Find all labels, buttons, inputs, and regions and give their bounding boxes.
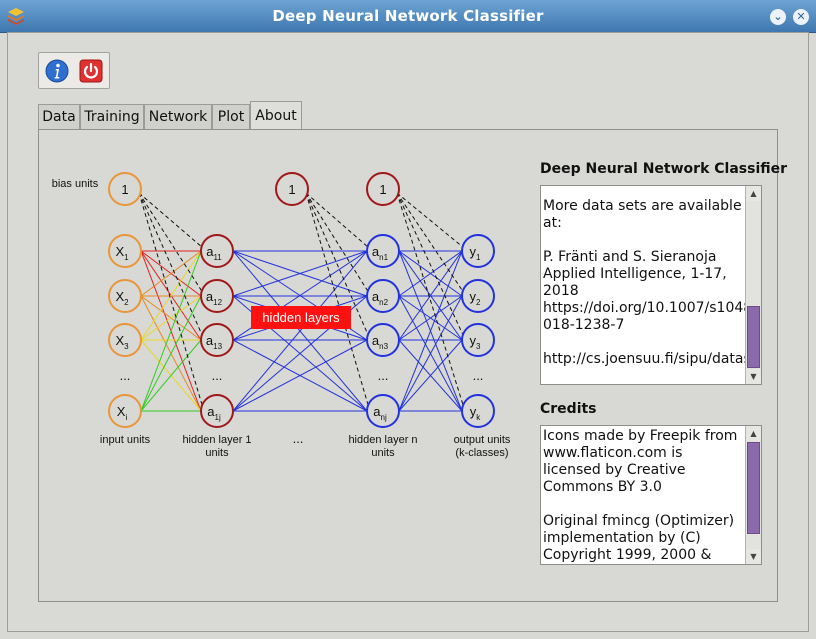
info-icon[interactable] [45,59,69,83]
scroll-up-icon[interactable]: ▲ [746,426,761,441]
layers-dots: ... [293,431,304,446]
network-diagram: 1 1 1X1X2X3Xia11a12a13a1jan1an2an3anjy1y2y… [52,172,511,459]
input-node [108,234,142,268]
edge [305,192,370,294]
about-text: More data sets are available at: P. Frän… [543,198,762,367]
edge [396,192,465,249]
edge [138,192,204,249]
output-node [461,394,495,428]
input-node [108,323,142,357]
output-node [461,234,495,268]
output-ellipsis: ... [473,368,484,383]
credits-title: Credits [540,401,597,417]
toolbar [38,52,110,89]
hiddenn-node [366,394,400,428]
output-label-line2: (k-classes) [455,447,508,459]
close-icon[interactable]: ✕ [793,9,809,25]
output-node [461,323,495,357]
output-node [461,279,495,313]
minimize-icon[interactable]: ⌄ [770,9,786,25]
app-window: Deep Neural Network Classifier ⌄ ✕ Data … [0,0,816,639]
window-title: Deep Neural Network Classifier [272,7,544,25]
bias-node-label: 1 [121,182,128,197]
output-label-line1: output units [454,434,511,446]
credits-scroll-thumb[interactable] [747,442,760,534]
hiddenn-label-line1: hidden layer n [348,434,417,446]
scroll-down-icon[interactable]: ▼ [746,549,761,564]
tab-training[interactable]: Training [80,104,144,130]
hidden1-label-line1: hidden layer 1 [182,434,251,446]
hidden-layers-label: hidden layers [262,310,340,325]
tab-about[interactable]: About [250,101,302,131]
hidden1-node [200,394,234,428]
hidden1-label-line2: units [205,447,229,459]
about-scrollbar[interactable]: ▲ ▼ [745,186,761,384]
credits-text: Icons made by Freepik from www.flaticon.… [543,428,738,563]
bias-node-label: 1 [379,182,386,197]
edge [138,192,204,294]
input-node [108,279,142,313]
input-ellipsis: ... [120,368,131,383]
credits-scrollbar[interactable]: ▲ ▼ [745,426,761,564]
edge [396,192,465,294]
tab-plot[interactable]: Plot [212,104,250,130]
edge [138,192,204,338]
bias-units-label: bias units [52,178,99,190]
hidden1-ellipsis: ... [212,368,223,383]
input-units-label: input units [100,434,151,446]
edge [396,192,465,338]
tab-data[interactable]: Data [38,104,80,130]
about-scroll-thumb[interactable] [747,306,760,368]
scroll-up-icon[interactable]: ▲ [746,186,761,201]
tab-network[interactable]: Network [144,104,212,130]
hiddenn-label-line2: units [371,447,395,459]
bias-node-label: 1 [288,182,295,197]
about-textarea[interactable]: More data sets are available at: P. Frän… [540,185,762,385]
credits-textarea[interactable]: Icons made by Freepik from www.flaticon.… [540,425,762,565]
edge [305,192,370,249]
title-bar[interactable]: Deep Neural Network Classifier ⌄ ✕ [0,0,816,33]
power-icon[interactable] [79,59,103,83]
scroll-down-icon[interactable]: ▼ [746,369,761,384]
hiddenn-ellipsis: ... [378,368,389,383]
about-title: Deep Neural Network Classifier [540,161,788,177]
